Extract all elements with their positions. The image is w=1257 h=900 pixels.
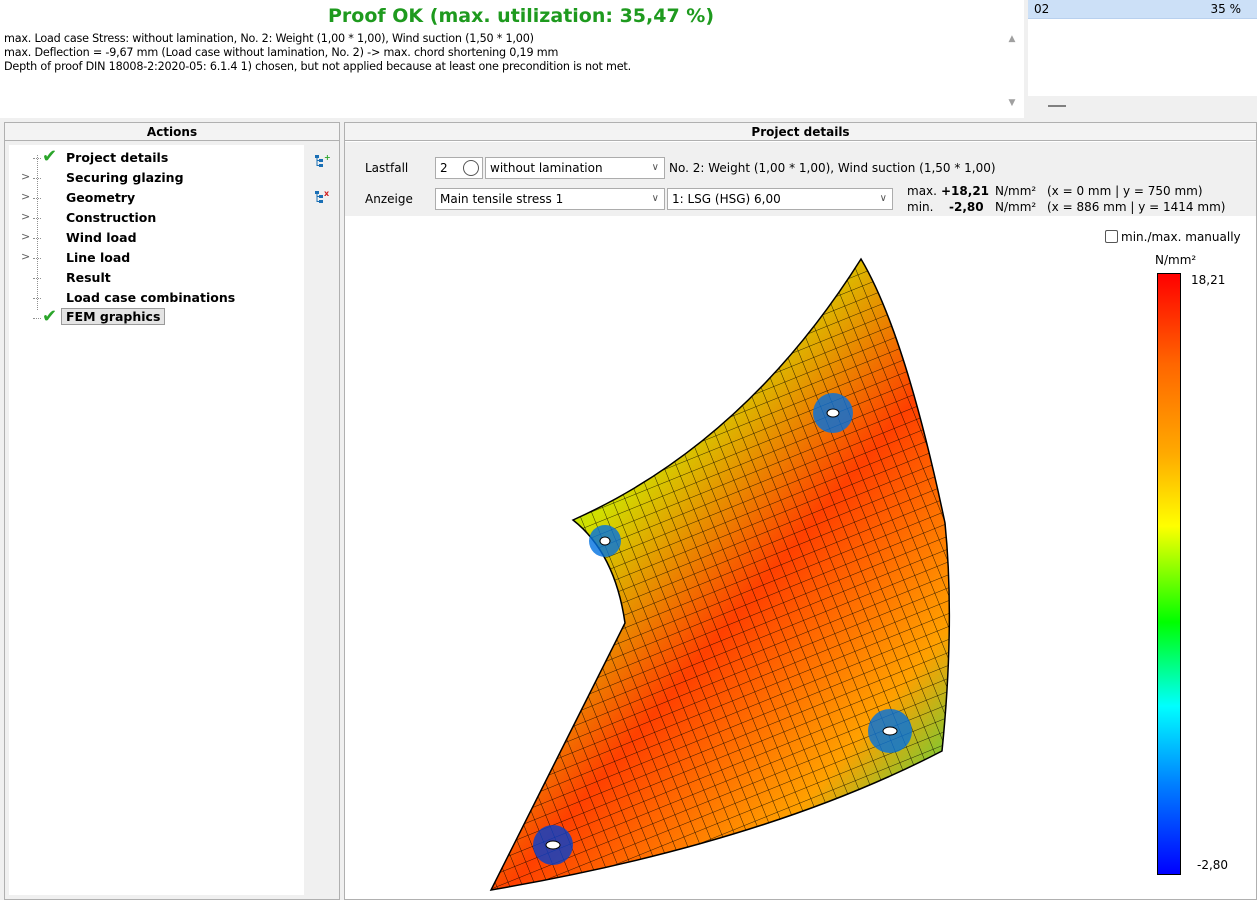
anzeige-label: Anzeige bbox=[365, 192, 413, 206]
color-legend-bar bbox=[1157, 273, 1181, 875]
chevron-right-icon[interactable]: > bbox=[21, 250, 30, 263]
anzeige-select[interactable]: Main tensile stress 1 ∨ bbox=[435, 188, 665, 210]
tree-item-securing-glazing[interactable]: > Securing glazing bbox=[9, 169, 299, 189]
svg-text:x: x bbox=[324, 189, 330, 198]
minus-icon[interactable] bbox=[1048, 105, 1066, 107]
chevron-right-icon[interactable]: > bbox=[21, 190, 30, 203]
chevron-right-icon[interactable]: > bbox=[21, 230, 30, 243]
chevron-down-icon: ∨ bbox=[651, 162, 659, 173]
lastfall-label: Lastfall bbox=[365, 161, 409, 175]
max-label: max. bbox=[907, 184, 937, 198]
max-value: +18,21 bbox=[941, 184, 990, 198]
svg-text:+: + bbox=[324, 153, 330, 162]
max-location: (x = 0 mm | y = 750 mm) bbox=[1047, 184, 1203, 198]
results-list-footer bbox=[1028, 96, 1257, 118]
results-list: 02 35 % bbox=[1028, 0, 1257, 118]
layer-select[interactable]: 1: LSG (HSG) 6,00 ∨ bbox=[667, 188, 893, 210]
tree-item-label: Geometry bbox=[66, 190, 136, 205]
summary-line-proof-depth: Depth of proof DIN 18008-2:2020-05: 6.1.… bbox=[4, 60, 631, 73]
proof-summary-panel: Proof OK (max. utilization: 35,47 %) max… bbox=[0, 0, 1024, 118]
tree-item-label: Line load bbox=[66, 250, 131, 265]
summary-line-deflection: max. Deflection = -9,67 mm (Load case wi… bbox=[4, 46, 559, 59]
tree-item-label: Load case combinations bbox=[66, 290, 236, 305]
summary-scrollbar[interactable]: ▲ ▼ bbox=[1004, 28, 1020, 116]
chevron-right-icon[interactable]: > bbox=[21, 170, 30, 183]
project-details-panel: Project details Lastfall 2 without lamin… bbox=[344, 122, 1257, 900]
lastfall-number-input[interactable]: 2 bbox=[435, 157, 483, 179]
spinner-icon[interactable] bbox=[463, 160, 479, 176]
summary-line-stress: max. Load case Stress: without laminatio… bbox=[4, 32, 534, 45]
tree-item-label: FEM graphics bbox=[61, 308, 166, 325]
chevron-right-icon[interactable]: > bbox=[21, 210, 30, 223]
actions-tree: ✔ Project details > Securing glazing > G… bbox=[9, 145, 304, 895]
tree-item-project-details[interactable]: ✔ Project details bbox=[9, 146, 299, 169]
proof-title: Proof OK (max. utilization: 35,47 %) bbox=[328, 5, 715, 27]
legend-min-value: -2,80 bbox=[1197, 858, 1229, 872]
fem-stress-plot[interactable] bbox=[345, 223, 1145, 898]
tree-item-wind-load[interactable]: > Wind load bbox=[9, 229, 299, 249]
min-location: (x = 886 mm | y = 1414 mm) bbox=[1047, 200, 1226, 214]
tree-remove-icon[interactable]: x bbox=[314, 189, 330, 205]
tree-item-fem-graphics[interactable]: ✔ FEM graphics bbox=[9, 306, 299, 329]
legend-max-value: 18,21 bbox=[1191, 273, 1226, 287]
results-list-row[interactable]: 02 35 % bbox=[1028, 0, 1257, 19]
tree-item-result[interactable]: Result bbox=[9, 269, 299, 289]
min-unit: N/mm² bbox=[995, 200, 1037, 214]
checkmark-icon: ✔ bbox=[42, 306, 58, 327]
tree-item-label: Project details bbox=[66, 150, 169, 165]
tree-add-icon[interactable]: + bbox=[314, 153, 330, 169]
scroll-up-icon[interactable]: ▲ bbox=[1004, 34, 1020, 44]
row-id: 02 bbox=[1034, 2, 1050, 16]
fem-plate bbox=[491, 259, 950, 890]
checkmark-icon: ✔ bbox=[42, 146, 58, 167]
scroll-down-icon[interactable]: ▼ bbox=[1004, 98, 1020, 108]
support-point-icon bbox=[868, 709, 912, 753]
tree-item-geometry[interactable]: > Geometry bbox=[9, 189, 299, 209]
chevron-down-icon: ∨ bbox=[879, 193, 887, 204]
tree-item-construction[interactable]: > Construction bbox=[9, 209, 299, 229]
tree-item-label: Wind load bbox=[66, 230, 137, 245]
tree-item-label: Result bbox=[66, 270, 111, 285]
chevron-down-icon: ∨ bbox=[651, 193, 659, 204]
max-unit: N/mm² bbox=[995, 184, 1037, 198]
controls-bar: Lastfall 2 without lamination ∨ No. 2: We… bbox=[345, 142, 1256, 216]
support-point-icon bbox=[813, 393, 853, 433]
tree-item-label: Securing glazing bbox=[66, 170, 184, 185]
min-label: min. bbox=[907, 200, 934, 214]
tree-item-line-load[interactable]: > Line load bbox=[9, 249, 299, 269]
support-point-icon bbox=[589, 525, 621, 557]
tree-item-label: Construction bbox=[66, 210, 157, 225]
actions-header: Actions bbox=[5, 123, 339, 141]
min-value: -2,80 bbox=[949, 200, 984, 214]
row-utilization: 35 % bbox=[1210, 2, 1242, 16]
project-details-header: Project details bbox=[345, 123, 1256, 141]
lastfall-variant-select[interactable]: without lamination ∨ bbox=[485, 157, 665, 179]
legend-unit: N/mm² bbox=[1155, 253, 1197, 267]
support-point-icon bbox=[533, 825, 573, 865]
actions-panel: Actions ✔ Project details > Securing gla… bbox=[4, 122, 340, 900]
lastfall-description: No. 2: Weight (1,00 * 1,00), Wind suctio… bbox=[669, 161, 996, 175]
